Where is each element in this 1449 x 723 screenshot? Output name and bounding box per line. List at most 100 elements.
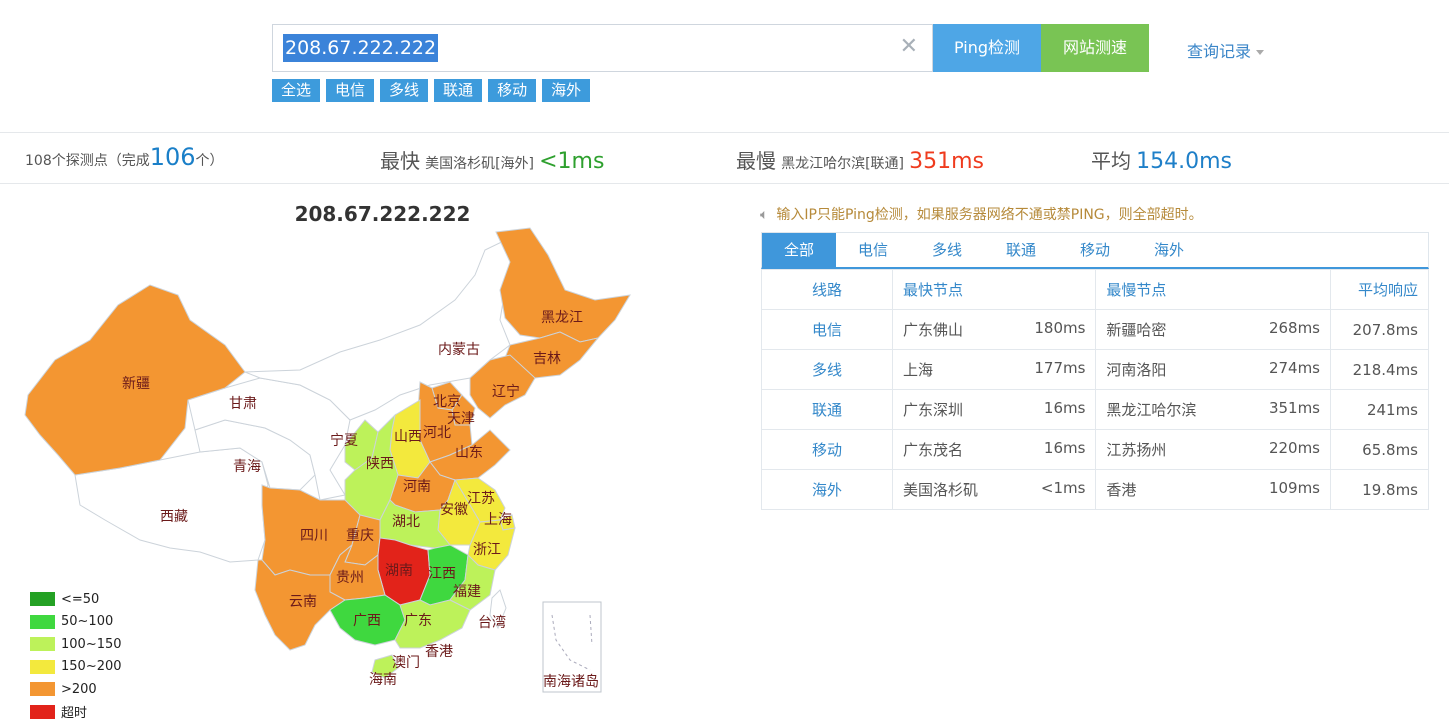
search-input[interactable]: 208.67.222.222 [283, 34, 438, 62]
row-fastest: 广东茂名16ms [893, 430, 1096, 470]
label-tianjin: 天津 [447, 411, 475, 427]
average-value: 154.0ms [1136, 149, 1232, 174]
tab-overseas[interactable]: 海外 [1132, 233, 1206, 267]
ping-button[interactable]: Ping检测 [933, 24, 1041, 72]
slow-node: 河南洛阳 [1106, 359, 1166, 380]
label-heilongjiang: 黑龙江 [541, 310, 583, 326]
fast-node: 广东深圳 [903, 399, 963, 420]
legend-label: <=50 [61, 592, 99, 607]
label-gansu: 甘肃 [229, 396, 257, 412]
legend-swatch [30, 637, 55, 651]
label-jilin: 吉林 [533, 351, 561, 367]
probe-done-count: 106 [150, 143, 196, 171]
table-header-row: 线路 最快节点 最慢节点 平均响应 [762, 270, 1429, 310]
row-slowest: 新疆哈密268ms [1096, 310, 1331, 350]
label-qinghai: 青海 [233, 459, 261, 475]
probe-suffix: 个） [196, 153, 224, 169]
legend-item: <=50 [30, 588, 122, 611]
label-shandong: 山东 [455, 445, 483, 461]
slow-node: 江苏扬州 [1106, 439, 1166, 460]
header-average: 平均响应 [1331, 270, 1429, 310]
label-shanghai: 上海 [484, 512, 512, 528]
label-jiangsu: 江苏 [467, 491, 495, 507]
row-line: 移动 [762, 430, 893, 470]
fast-node: 广东茂名 [903, 439, 963, 460]
row-slowest: 江苏扬州 220ms [1096, 430, 1331, 470]
label-liaoning: 辽宁 [492, 383, 520, 400]
legend-item: 100~150 [30, 633, 122, 656]
row-slowest: 黑龙江哈尔滨 351ms [1096, 390, 1331, 430]
label-sichuan: 四川 [300, 528, 328, 544]
notice: 🔈︎输入IP只能Ping检测，如果服务器网络不通或禁PING，则全部超时。 [760, 204, 1203, 224]
label-henan: 河南 [403, 479, 431, 495]
legend-label: 超时 [61, 702, 87, 721]
header-fastest: 最快节点 [893, 270, 1096, 310]
legend-item: >200 [30, 678, 122, 701]
label-ningxia: 宁夏 [330, 432, 358, 449]
row-average: 241ms [1331, 390, 1429, 430]
tab-telecom[interactable]: 电信 [836, 233, 910, 267]
history-dropdown[interactable]: 查询记录 [1187, 38, 1264, 62]
close-icon[interactable]: ✕ [900, 34, 918, 59]
row-average: 65.8ms [1331, 430, 1429, 470]
fast-node: 广东佛山 [903, 319, 963, 340]
row-fastest: 广东佛山180ms [893, 310, 1096, 350]
slow-ms: 274ms [1269, 359, 1320, 380]
slow-node: 新疆哈密 [1106, 319, 1166, 340]
slowest-location: 黑龙江哈尔滨[联通] [781, 156, 904, 172]
label-chongqing: 重庆 [346, 528, 374, 544]
notice-text: 输入IP只能Ping检测，如果服务器网络不通或禁PING，则全部超时。 [776, 207, 1202, 223]
label-yunnan: 云南 [289, 594, 317, 610]
speed-test-button[interactable]: 网站测速 [1041, 24, 1149, 72]
legend-label: >200 [61, 682, 97, 697]
row-slowest: 河南洛阳 274ms [1096, 350, 1331, 390]
label-xianggang: 香港 [425, 644, 453, 660]
slowest-summary: 最慢 黑龙江哈尔滨[联通] 351ms [736, 145, 984, 174]
filter-telecom[interactable]: 电信 [326, 79, 374, 102]
slow-ms: 351ms [1269, 399, 1320, 420]
legend-swatch [30, 682, 55, 696]
row-fastest: 广东深圳16ms [893, 390, 1096, 430]
label-beijing: 北京 [433, 394, 461, 410]
legend-item: 150~200 [30, 656, 122, 679]
filter-multiline[interactable]: 多线 [380, 79, 428, 102]
header-slowest: 最慢节点 [1096, 270, 1331, 310]
slow-node: 香港 [1106, 479, 1136, 500]
filter-all[interactable]: 全选 [272, 79, 320, 102]
slow-ms: 220ms [1269, 439, 1320, 460]
history-label: 查询记录 [1187, 42, 1251, 61]
fastest-value: <1ms [539, 149, 604, 174]
fastest-label: 最快 [380, 149, 420, 173]
filter-overseas[interactable]: 海外 [542, 79, 590, 102]
tab-mobile[interactable]: 移动 [1058, 233, 1132, 267]
label-nanhai: 南海诸岛 [543, 674, 599, 690]
legend-item: 50~100 [30, 611, 122, 634]
tab-multiline[interactable]: 多线 [910, 233, 984, 267]
average-label: 平均 [1091, 149, 1131, 173]
table-row: 多线 上海177ms 河南洛阳274ms 218.4ms [762, 350, 1429, 390]
slowest-label: 最慢 [736, 149, 776, 173]
line-tabs: 全部 电信 多线 联通 移动 海外 [761, 232, 1429, 269]
search-box[interactable]: 208.67.222.222 ✕ [272, 24, 933, 72]
table-row: 移动 广东茂名16ms 江苏扬州 220ms 65.8ms [762, 430, 1429, 470]
filter-unicom[interactable]: 联通 [434, 79, 482, 102]
fast-ms: <1ms [1041, 479, 1086, 500]
slow-node: 黑龙江哈尔滨 [1106, 399, 1196, 420]
filter-mobile[interactable]: 移动 [488, 79, 536, 102]
legend-swatch [30, 615, 55, 629]
label-hainan: 海南 [369, 672, 397, 688]
row-line: 电信 [762, 310, 893, 350]
slow-ms: 109ms [1269, 479, 1320, 500]
legend-label: 150~200 [61, 659, 122, 674]
tab-unicom[interactable]: 联通 [984, 233, 1058, 267]
label-jiangxi: 江西 [428, 566, 456, 582]
table-row: 联通 广东深圳16ms 黑龙江哈尔滨351ms 241ms [762, 390, 1429, 430]
label-taiwan: 台湾 [478, 614, 506, 631]
slowest-value: 351ms [909, 149, 984, 174]
legend-swatch [30, 660, 55, 674]
average-summary: 平均 154.0ms [1091, 145, 1232, 174]
tab-all[interactable]: 全部 [762, 233, 836, 267]
map-legend: <=50 50~100 100~150 150~200 >200 超时 [30, 588, 122, 723]
row-line: 多线 [762, 350, 893, 390]
legend-item: 超时 [30, 701, 122, 723]
